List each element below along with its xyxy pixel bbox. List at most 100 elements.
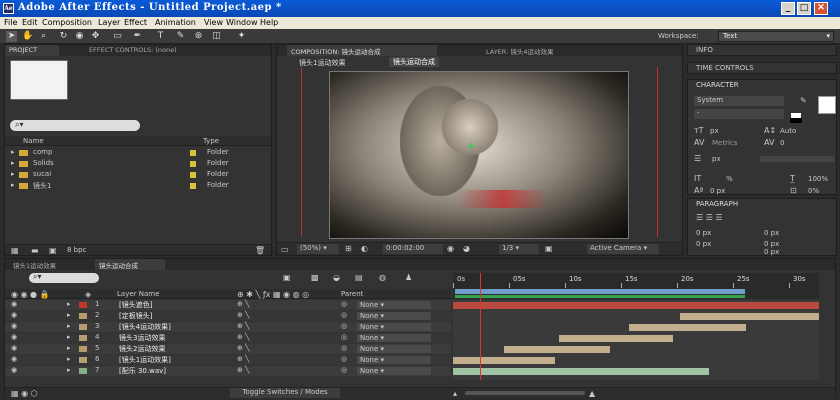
pickwhip-icon[interactable]: ◎ (341, 300, 347, 308)
layer-switch-icon[interactable]: ⊕ ╲ (237, 333, 249, 341)
expand-triangle-icon[interactable]: ▸ (67, 333, 71, 341)
layer-duration-bar[interactable] (628, 324, 746, 331)
anchor-point-icon[interactable]: ✚ (468, 142, 482, 156)
eye-icon[interactable]: ◉ (11, 300, 17, 308)
layer-label-swatch[interactable] (79, 302, 87, 308)
close-button[interactable]: ✕ (814, 2, 828, 15)
text-tool-icon[interactable]: T (155, 31, 166, 42)
pickwhip-icon[interactable]: ◎ (341, 366, 347, 374)
breadcrumb-comp-1[interactable]: 镜头1运动效果 (299, 58, 345, 68)
clone-tool-icon[interactable]: ⊛ (193, 31, 204, 42)
layer-label-swatch[interactable] (79, 324, 87, 330)
menu-layer[interactable]: Layer (98, 18, 120, 27)
interpret-footage-icon[interactable]: ▦ (11, 246, 19, 255)
hand-tool-icon[interactable]: ✋ (22, 31, 33, 42)
expand-triangle-icon[interactable]: ▸ (11, 181, 15, 189)
layer-name[interactable]: 镜头3运动效果 (119, 333, 165, 343)
track-area[interactable] (453, 300, 819, 380)
character-title[interactable]: CHARACTER (696, 81, 739, 89)
tab-timeline-1[interactable]: 镜头1运动效果 (9, 259, 89, 270)
vertical-scale-value[interactable]: % (726, 175, 733, 183)
new-folder-icon[interactable]: ▬ (31, 246, 39, 255)
workspace-dropdown[interactable]: Text ▾ (718, 31, 834, 42)
layer-name[interactable]: [镜头遮色] (119, 300, 152, 310)
pickwhip-icon[interactable]: ◎ (341, 355, 347, 363)
menu-edit[interactable]: Edit (22, 18, 38, 27)
baseline-shift-value[interactable]: 0 px (710, 187, 725, 195)
layer-switch-icon[interactable]: ⊕ ╲ (237, 322, 249, 330)
parent-dropdown[interactable]: None ▾ (357, 323, 431, 331)
eye-icon[interactable]: ◉ (11, 333, 17, 341)
project-item[interactable]: ▸ sucai Folder (5, 170, 271, 180)
expand-triangle-icon[interactable]: ▸ (11, 159, 15, 167)
pickwhip-icon[interactable]: ◎ (341, 344, 347, 352)
mask-icon[interactable]: ◐ (361, 244, 368, 253)
breadcrumb-comp-2[interactable]: 镜头运动合成 (389, 57, 439, 67)
parent-dropdown[interactable]: None ▾ (357, 312, 431, 320)
brush-tool-icon[interactable]: ✎ (175, 31, 186, 42)
layer-name[interactable]: 镜头2运动效果 (119, 344, 165, 354)
eye-icon[interactable]: ◉ (11, 344, 17, 352)
kerning-value[interactable]: Metrics (712, 139, 737, 147)
time-ruler[interactable]: 0s 05s 10s 15s 20s 25s 30s (453, 273, 819, 299)
parent-dropdown[interactable]: None ▾ (357, 367, 431, 375)
parent-dropdown[interactable]: None ▾ (357, 345, 431, 353)
label-swatch[interactable] (190, 161, 196, 167)
draft3d-icon[interactable]: ▩ (311, 273, 319, 282)
current-time-indicator[interactable] (480, 273, 481, 380)
col-parent[interactable]: Parent (341, 290, 363, 298)
layer-switch-icon[interactable]: ⊕ ╲ (237, 300, 249, 308)
layer-row[interactable]: ◉ ▸ 6 [镜头1运动效果] ⊕ ╲ ◎ None ▾ (5, 355, 451, 365)
menu-file[interactable]: File (4, 18, 17, 27)
indent-left-value[interactable]: 0 px (696, 229, 711, 237)
roi-icon[interactable]: ▣ (545, 244, 553, 253)
time-controls-title[interactable]: TIME CONTROLS (696, 64, 754, 72)
work-area-bar[interactable] (455, 289, 745, 294)
zoom-dropdown[interactable]: (50%) ▾ (297, 244, 339, 254)
minimize-button[interactable]: _ (781, 2, 795, 15)
pen-tool-icon[interactable]: ✒ (132, 31, 143, 42)
menu-effect[interactable]: Effect (124, 18, 147, 27)
layer-name[interactable]: [镜头4运动效果] (119, 322, 171, 332)
tab-project[interactable]: PROJECT (5, 45, 59, 56)
layer-duration-bar[interactable] (453, 357, 556, 364)
layer-switch-icon[interactable]: ⊕ ╲ (237, 355, 249, 363)
rotate-tool-icon[interactable]: ↻ (58, 31, 69, 42)
expand-triangle-icon[interactable]: ▸ (67, 344, 71, 352)
col-name[interactable]: Name (23, 137, 44, 145)
zoom-tool-icon[interactable]: ⌕ (38, 31, 49, 42)
eye-icon[interactable]: ◉ (11, 355, 17, 363)
leading-value[interactable]: Auto (780, 127, 796, 135)
layer-duration-bar[interactable] (453, 368, 710, 375)
motion-blur-icon[interactable]: ◍ (379, 273, 386, 282)
space-before-value[interactable]: 0 px (696, 240, 711, 248)
zoom-in-icon[interactable]: ▲ (589, 389, 595, 398)
trash-icon[interactable]: 🗑 (255, 246, 265, 255)
stroke-style-dropdown[interactable] (760, 156, 834, 162)
layer-switch-icon[interactable]: ⊕ ╲ (237, 366, 249, 374)
layer-row[interactable]: ◉ ▸ 2 [定板镜头] ⊕ ╲ ◎ None ▾ (5, 311, 451, 321)
layer-row[interactable]: ◉ ▸ 1 [镜头遮色] ⊕ ╲ ◎ None ▾ (5, 300, 451, 310)
region-icon[interactable]: ▭ (281, 245, 289, 254)
stroke-value[interactable]: px (712, 155, 721, 163)
render-toggle-icon[interactable]: ▦ ◉ ⬡ (11, 389, 38, 398)
col-layer-name[interactable]: Layer Name (117, 290, 159, 298)
menu-animation[interactable]: Animation (155, 18, 196, 27)
horizontal-scale-value[interactable]: 100% (808, 175, 828, 183)
toggle-switches-button[interactable]: Toggle Switches / Modes (230, 388, 340, 398)
layer-name[interactable]: [定板镜头] (119, 311, 152, 321)
zoom-slider[interactable] (465, 391, 585, 395)
zoom-out-icon[interactable]: ▴ (453, 389, 457, 398)
hide-shy-icon[interactable]: ◒ (333, 273, 340, 282)
comp-viewer-frame[interactable]: ✚ (329, 71, 629, 239)
label-swatch[interactable] (190, 172, 196, 178)
channel-icon[interactable]: ◕ (463, 244, 470, 253)
expand-triangle-icon[interactable]: ▸ (67, 355, 71, 363)
indent-first-value[interactable]: 0 px (764, 240, 779, 248)
expand-triangle-icon[interactable]: ▸ (11, 148, 15, 156)
info-title[interactable]: INFO (696, 46, 713, 54)
new-comp-icon[interactable]: ▣ (49, 246, 57, 255)
col-type[interactable]: Type (203, 137, 219, 145)
layer-label-swatch[interactable] (79, 335, 87, 341)
camera-dropdown[interactable]: Active Camera ▾ (587, 244, 659, 254)
